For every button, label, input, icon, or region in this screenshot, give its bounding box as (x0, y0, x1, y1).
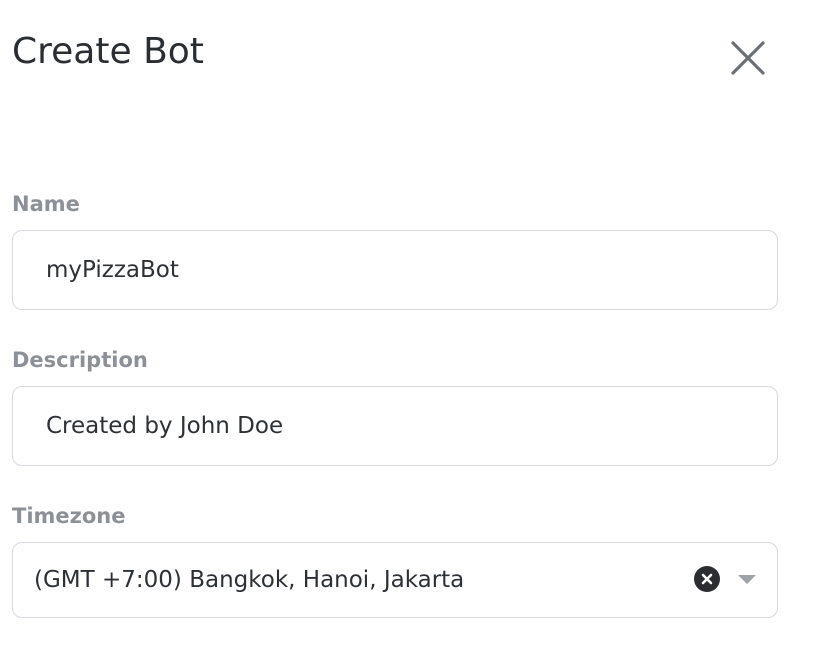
description-label: Description (12, 348, 148, 372)
chevron-down-icon (738, 575, 756, 584)
timezone-dropdown-button[interactable] (731, 563, 763, 595)
name-input[interactable] (13, 231, 713, 309)
dialog-title: Create Bot (12, 31, 204, 72)
close-icon (731, 41, 765, 75)
timezone-label: Timezone (12, 504, 126, 528)
description-input[interactable] (13, 387, 713, 465)
clear-icon (701, 573, 713, 585)
close-button[interactable] (726, 36, 770, 80)
create-bot-dialog: Create Bot Name Description Timezone (GM… (0, 0, 816, 664)
description-field[interactable] (12, 386, 778, 466)
clear-timezone-button[interactable] (694, 566, 720, 592)
name-field[interactable] (12, 230, 778, 310)
name-label: Name (12, 192, 80, 216)
timezone-select[interactable]: (GMT +7:00) Bangkok, Hanoi, Jakarta (12, 542, 778, 618)
timezone-selected-value: (GMT +7:00) Bangkok, Hanoi, Jakarta (34, 567, 465, 593)
